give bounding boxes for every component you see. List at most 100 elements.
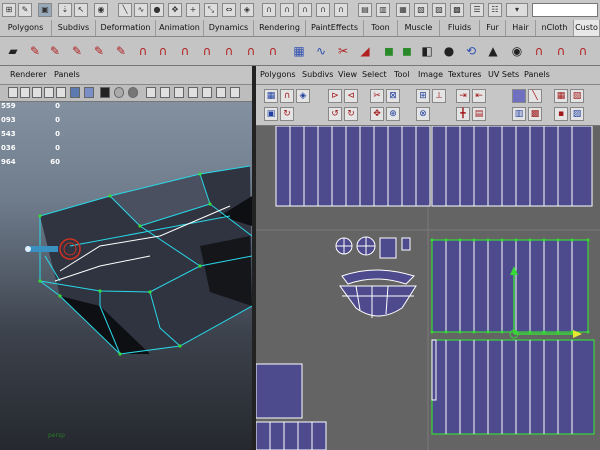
tab-painteffects[interactable]: PaintEffects xyxy=(306,20,364,36)
shelf-wave-icon[interactable]: ∿ xyxy=(310,39,332,63)
uv-align-v-icon[interactable]: ⇤ xyxy=(472,89,486,103)
tab-subdivs[interactable]: Subdivs xyxy=(52,20,96,36)
shelf-magnet-y-icon[interactable]: ∩ xyxy=(550,39,572,63)
uv-split-icon[interactable]: ⊕ xyxy=(386,107,400,121)
tab-animation[interactable]: Animation xyxy=(156,20,204,36)
tab-muscle[interactable]: Muscle xyxy=(398,20,440,36)
perspective-viewport[interactable]: Renderer Panels 559 0 093 0 543 0 036 0 964 6… xyxy=(0,66,252,450)
uv-flip-v-icon[interactable]: ⊲ xyxy=(344,89,358,103)
uv-move-sew-icon[interactable]: ✥ xyxy=(370,107,384,121)
uv-pixel-snap-icon[interactable]: ▪ xyxy=(554,107,568,121)
line-icon[interactable]: ╲ xyxy=(118,3,132,17)
uv-merge-icon[interactable]: ⊗ xyxy=(416,107,430,121)
shelf-cut-icon[interactable]: ✂ xyxy=(332,39,354,63)
hypershade-icon[interactable]: ▩ xyxy=(450,3,464,17)
curve-icon[interactable]: ∿ xyxy=(134,3,148,17)
tab-deformation[interactable]: Deformation xyxy=(96,20,156,36)
uv-rotate-cw-icon[interactable]: ↻ xyxy=(280,107,294,121)
shelf-magnet-z-icon[interactable]: ∩ xyxy=(572,39,594,63)
move-icon[interactable]: ✥ xyxy=(168,3,182,17)
shelf-cube2-icon[interactable]: ◼ xyxy=(396,39,418,63)
shelf-mag3-icon[interactable]: ∩ xyxy=(174,39,196,63)
input-ops-icon[interactable]: ▥ xyxy=(376,3,390,17)
tab-ncloth[interactable]: nCloth xyxy=(536,20,574,36)
shelf-retri-icon[interactable]: ⟲ xyxy=(460,39,482,63)
uv-menu-panels[interactable]: Panels xyxy=(524,70,550,79)
sphere-icon[interactable]: ● xyxy=(150,3,164,17)
shelf-sphere-icon[interactable]: ● xyxy=(438,39,460,63)
shelf-magnet-x-icon[interactable]: ∩ xyxy=(528,39,550,63)
tab-fluids[interactable]: Fluids xyxy=(440,20,480,36)
uv-unfold-icon[interactable]: ⟂ xyxy=(432,89,446,103)
move-down-icon[interactable]: ⇣ xyxy=(58,3,72,17)
tab-toon[interactable]: Toon xyxy=(364,20,398,36)
uv-menu-tool[interactable]: Tool xyxy=(394,70,410,79)
shelf-mag5-icon[interactable]: ∩ xyxy=(218,39,240,63)
uv-menu-image[interactable]: Image xyxy=(418,70,443,79)
magnet-live-icon[interactable]: ∩ xyxy=(334,3,348,17)
shelf-magnet-icon[interactable]: ∩ xyxy=(132,39,154,63)
shelf-cone-icon[interactable]: ▲ xyxy=(482,39,504,63)
shelf-extrude-icon[interactable]: ◧ xyxy=(416,39,438,63)
uv-straighten-icon[interactable]: ╋ xyxy=(456,107,470,121)
shelf-edit-icon[interactable]: ✎ xyxy=(44,39,66,63)
uv-image-grid-icon[interactable]: ▦ xyxy=(554,89,568,103)
shelf-mag2-icon[interactable]: ∩ xyxy=(152,39,174,63)
plus-icon[interactable]: + xyxy=(186,3,200,17)
uv-menu-polygons[interactable]: Polygons xyxy=(260,70,296,79)
uv-menu-subdivs[interactable]: Subdivs xyxy=(302,70,333,79)
uv-select-icon[interactable]: ◈ xyxy=(296,89,310,103)
tab-rendering[interactable]: Rendering xyxy=(254,20,306,36)
shelf-mag4-icon[interactable]: ∩ xyxy=(196,39,218,63)
shelf-mag7-icon[interactable]: ∩ xyxy=(262,39,284,63)
uv-layout-icon[interactable]: ⊞ xyxy=(416,89,430,103)
render-settings-icon[interactable]: ▨ xyxy=(432,3,446,17)
tab-polygons[interactable]: Polygons xyxy=(0,20,52,36)
uv-magnet-icon[interactable]: ∩ xyxy=(280,89,294,103)
uv-checker-icon[interactable]: ▧ xyxy=(570,89,584,103)
magnet-curve-icon[interactable]: ∩ xyxy=(280,3,294,17)
shelf-attr-icon[interactable]: ✎ xyxy=(110,39,132,63)
uv-menu-uvsets[interactable]: UV Sets xyxy=(488,70,519,79)
arrow-icon[interactable]: ↖ xyxy=(74,3,88,17)
shelf-mag6-icon[interactable]: ∩ xyxy=(240,39,262,63)
select-mode-icon[interactable]: ⊞ xyxy=(2,3,16,17)
shelf-pencil-icon[interactable]: ✎ xyxy=(24,39,46,63)
magnet-grid-icon[interactable]: ∩ xyxy=(262,3,276,17)
uv-menu-view[interactable]: View xyxy=(338,70,357,79)
uv-snapshot-icon[interactable]: ▥ xyxy=(512,107,526,121)
shelf-lattice-icon[interactable]: ▦ xyxy=(288,39,310,63)
mode-dropdown-icon[interactable]: ▾ xyxy=(506,3,528,17)
uv-rotate-ccw-icon[interactable]: ↺ xyxy=(328,107,342,121)
manipulator-icon[interactable]: ⇔ xyxy=(222,3,236,17)
tab-fur[interactable]: Fur xyxy=(480,20,506,36)
select-tool-icon[interactable]: ▣ xyxy=(38,3,52,17)
name-field[interactable] xyxy=(532,3,598,17)
magnet-plane-icon[interactable]: ∩ xyxy=(316,3,330,17)
uv-menu-textures[interactable]: Textures xyxy=(448,70,481,79)
shelf-menu-icon[interactable]: ▰ xyxy=(2,39,24,63)
tab-hair[interactable]: Hair xyxy=(506,20,536,36)
tab-custom[interactable]: Custo xyxy=(574,20,600,36)
scale-icon[interactable]: ⤡ xyxy=(204,3,218,17)
uv-grid-icon[interactable]: ▦ xyxy=(264,89,278,103)
uv-cut-icon[interactable]: ✂ xyxy=(370,89,384,103)
uv-texture-editor[interactable]: Polygons Subdivs View Select Tool Image … xyxy=(256,66,600,450)
shelf-paint-icon[interactable]: ✎ xyxy=(66,39,88,63)
uv-menu-select[interactable]: Select xyxy=(362,70,387,79)
ipr-icon[interactable]: ▧ xyxy=(414,3,428,17)
uv-map-icon[interactable]: ▣ xyxy=(264,107,278,121)
attribute-editor-icon[interactable]: ☷ xyxy=(488,3,502,17)
uv-canvas[interactable] xyxy=(256,126,600,450)
tab-dynamics[interactable]: Dynamics xyxy=(204,20,254,36)
uv-rgb-icon[interactable]: ▩ xyxy=(528,107,542,121)
render-icon[interactable]: ▦ xyxy=(396,3,410,17)
magnet-point-icon[interactable]: ∩ xyxy=(298,3,312,17)
camera-icon[interactable]: ◉ xyxy=(94,3,108,17)
soft-mod-icon[interactable]: ◈ xyxy=(240,3,254,17)
uv-dim-icon[interactable]: ╲ xyxy=(528,89,542,103)
uv-flip-u-icon[interactable]: ⊳ xyxy=(328,89,342,103)
uv-align-u-icon[interactable]: ⇥ xyxy=(456,89,470,103)
shelf-wedge-icon[interactable]: ◢ xyxy=(354,39,376,63)
uv-channel-icon[interactable]: ▨ xyxy=(570,107,584,121)
